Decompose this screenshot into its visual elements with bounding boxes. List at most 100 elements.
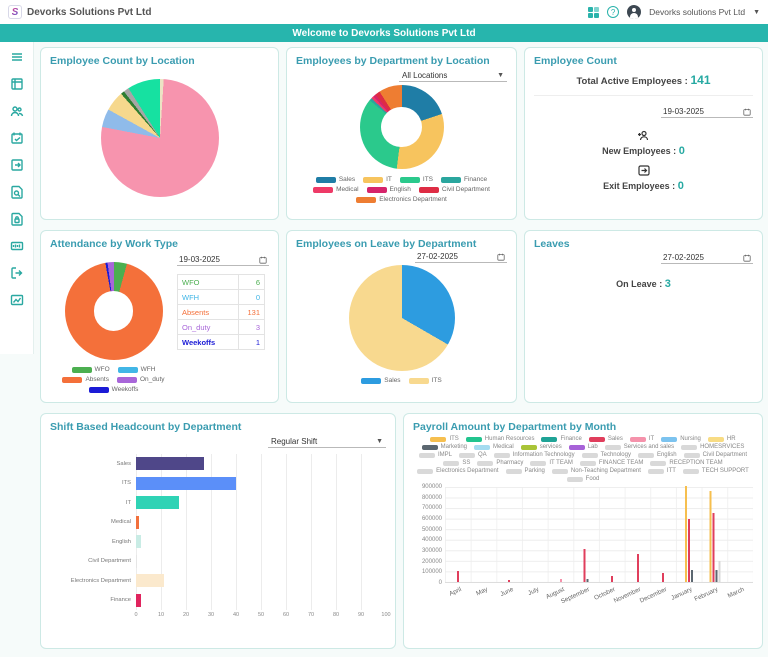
legend-item[interactable]: HOMESRVICES [681, 444, 744, 450]
shift-category-label: ITS [121, 480, 131, 487]
payroll-x-axis: April May June July August September October No… [445, 583, 753, 609]
legend-item[interactable]: WFO [71, 366, 110, 373]
payroll-bar [709, 491, 711, 582]
legend-label: Non-Teaching Department [570, 468, 641, 474]
legend-swatch [520, 444, 537, 450]
legend-item[interactable]: Electronics Department [356, 196, 447, 203]
dashboard-main: Employee Count by Location Employees by … [34, 42, 768, 657]
employee-count-date-input[interactable]: 19-03-2025 [661, 106, 753, 118]
legend-swatch [551, 468, 568, 474]
legend-swatch [566, 476, 583, 482]
account-chevron-down-icon[interactable]: ▼ [753, 9, 760, 16]
help-icon[interactable]: ? [607, 6, 620, 18]
shift-bar-track [136, 454, 386, 474]
crm-icon[interactable] [8, 237, 26, 255]
legend-item[interactable]: IT [629, 436, 654, 442]
legend-label: Absents [85, 376, 109, 383]
legend-item[interactable]: IT TEAM [530, 460, 573, 466]
legend-item[interactable]: Pharmacy [477, 460, 523, 466]
legend-swatch [430, 436, 447, 442]
shift-filter-select[interactable]: Regular Shift ▼ [268, 436, 386, 448]
legend-item[interactable]: Absents [62, 376, 109, 383]
leaves-date-input[interactable]: 27-02-2025 [661, 252, 753, 264]
logout-icon[interactable] [8, 264, 26, 282]
legend-item[interactable]: Human Resources [465, 436, 534, 442]
avatar[interactable] [627, 5, 642, 19]
legend-swatch [647, 468, 664, 474]
legend-item[interactable]: Parking [505, 468, 545, 474]
payroll-month-group [456, 571, 459, 582]
legend-item[interactable]: IT [363, 176, 392, 183]
legend-item[interactable]: ITS [399, 176, 433, 183]
legend-item[interactable]: Civil Department [683, 452, 747, 458]
location-filter-select[interactable]: All Locations ▼ [399, 70, 507, 82]
legend-item[interactable]: Sales [588, 436, 623, 442]
legend-swatch [117, 366, 138, 373]
legend-label: Medical [493, 444, 514, 450]
shift-bar [136, 457, 204, 470]
shift-bar-row: Finance [50, 590, 386, 610]
shift-x-tick: 10 [157, 612, 165, 618]
report-search-icon[interactable] [8, 183, 26, 201]
legend-item[interactable]: HR [707, 436, 736, 442]
checkout-icon[interactable] [8, 156, 26, 174]
shift-bar-row: ITS [50, 473, 386, 493]
legend-item[interactable]: Nursing [661, 436, 701, 442]
legend-item[interactable]: Finance [541, 436, 582, 442]
legend-item[interactable]: Medical [474, 444, 514, 450]
legend-item[interactable]: On_duty [116, 376, 165, 383]
legend-item[interactable]: ITS [408, 377, 442, 384]
legend-item[interactable]: ITS [430, 436, 459, 442]
legend-item[interactable]: Non-Teaching Department [551, 468, 641, 474]
chevron-down-icon: ▼ [497, 72, 504, 79]
legend-item[interactable]: services [520, 444, 562, 450]
shift-x-tick: 50 [257, 612, 265, 618]
legend-item[interactable]: Food [566, 476, 599, 482]
legend-item[interactable]: Medical [313, 186, 359, 193]
shift-bar-row: Sales [50, 454, 386, 474]
legend-item[interactable]: Weekoffs [88, 386, 138, 393]
payroll-y-tick: 0 [438, 580, 442, 586]
legend-item[interactable]: Lab [568, 444, 598, 450]
legend-item[interactable]: FINANCE TEAM [579, 460, 643, 466]
attendance-date-input[interactable]: 19-03-2025 [177, 254, 269, 266]
legend-item[interactable]: IMPL [418, 452, 452, 458]
leave-dept-date-input[interactable]: 27-02-2025 [415, 251, 507, 263]
legend-item[interactable]: Information Technology [493, 452, 575, 458]
calendar-icon [497, 253, 505, 261]
analytics-icon[interactable] [8, 291, 26, 309]
legend-swatch [493, 452, 510, 458]
calendar-check-icon[interactable] [8, 129, 26, 147]
legend-swatch [443, 460, 460, 466]
legend-item[interactable]: Sales [315, 176, 355, 183]
legend-item[interactable]: ITT [647, 468, 676, 474]
legend-swatch [650, 460, 667, 466]
legend-item[interactable]: Finance [441, 176, 487, 183]
payroll-bar [583, 548, 586, 582]
menu-icon[interactable] [8, 48, 26, 66]
legend-item[interactable]: English [637, 452, 677, 458]
attendance-label: Absents [177, 304, 239, 320]
legend-swatch [530, 460, 547, 466]
legend-item[interactable]: SS [443, 460, 470, 466]
apps-grid-icon[interactable] [588, 6, 600, 18]
document-lock-icon[interactable] [8, 210, 26, 228]
shift-bar-track [136, 493, 386, 513]
legend-item[interactable]: Technology [581, 452, 631, 458]
payroll-y-tick: 500000 [421, 526, 442, 533]
legend-item[interactable]: WFH [117, 366, 155, 373]
attendance-value: 6 [238, 274, 265, 290]
legend-item[interactable]: TECH SUPPORT [682, 468, 749, 474]
legend-item[interactable]: QA [459, 452, 487, 458]
legend-item[interactable]: Sales [361, 377, 401, 384]
account-name[interactable]: Devorks solutions Pvt Ltd [649, 7, 745, 17]
legend-item[interactable]: Marketing [421, 444, 467, 450]
legend-item[interactable]: English [366, 186, 411, 193]
legend-item[interactable]: Services and sales [604, 444, 674, 450]
legend-item[interactable]: Electronics Department [417, 468, 499, 474]
legend-item[interactable]: RECEPTION TEAM [650, 460, 723, 466]
payslip-icon[interactable] [8, 75, 26, 93]
legend-item[interactable]: Civil Department [418, 186, 490, 193]
team-icon[interactable] [8, 102, 26, 120]
shift-gridlines [136, 571, 386, 591]
